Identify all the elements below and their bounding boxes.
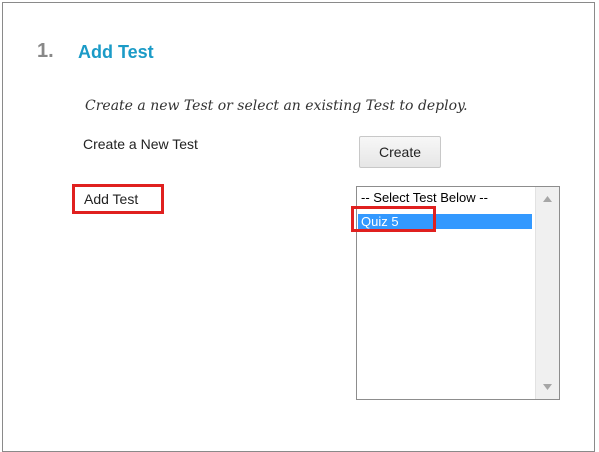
list-option-placeholder[interactable]: -- Select Test Below -- [358,190,532,205]
step-number: 1. [37,40,54,62]
chevron-down-icon[interactable] [536,378,559,396]
quiz-5-highlight-box [351,206,436,232]
chevron-up-icon[interactable] [536,190,559,208]
create-new-test-label: Create a New Test [83,136,198,152]
step-title: Add Test [78,42,154,62]
list-scrollbar[interactable] [535,187,559,399]
instructions-text: Create a new Test or select an existing … [85,98,468,114]
create-button[interactable]: Create [359,136,441,168]
add-test-label: Add Test [72,184,164,214]
